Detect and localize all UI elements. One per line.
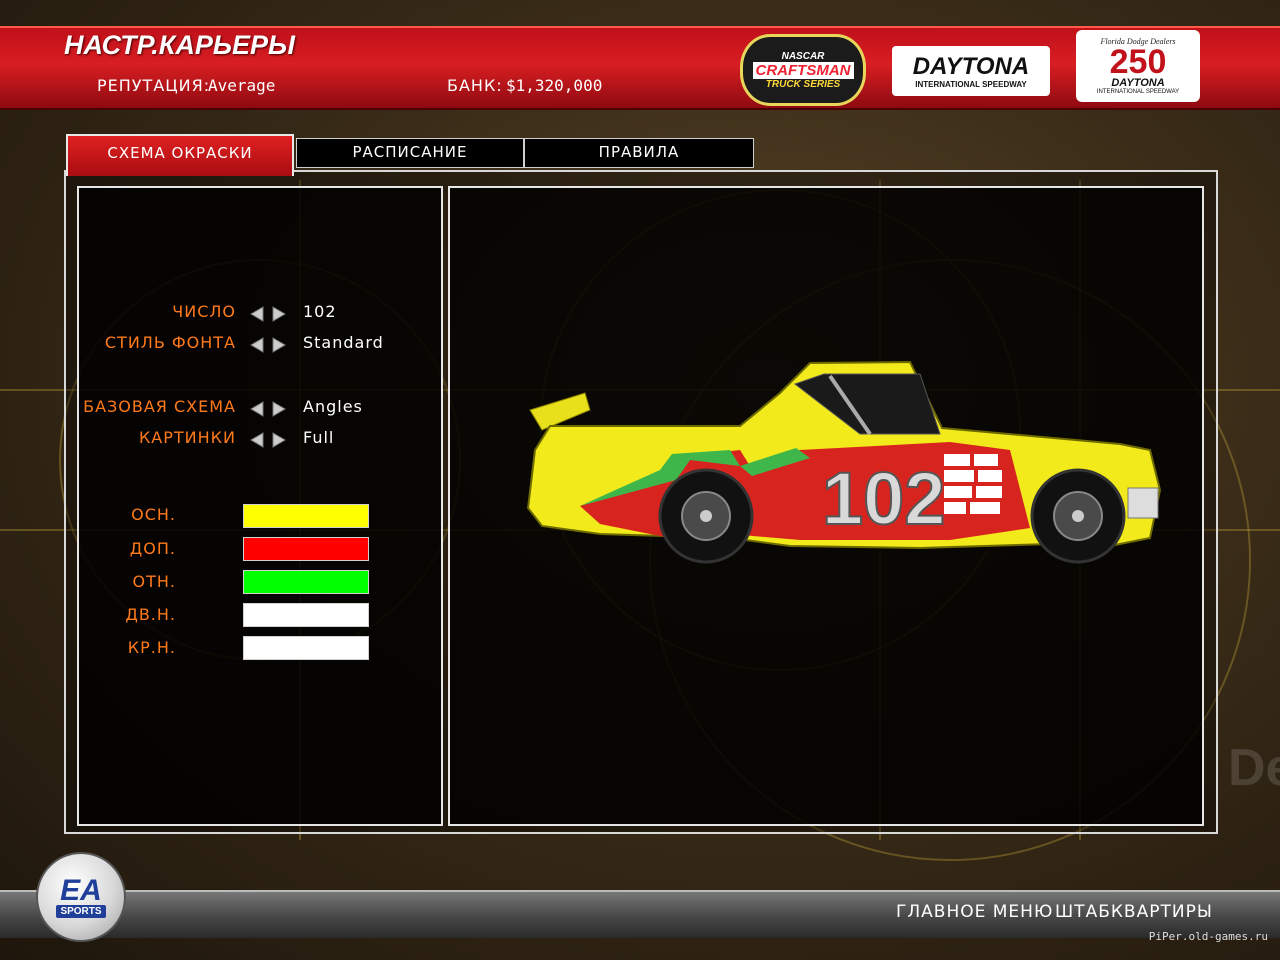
color-label-roof-number: КР.Н.: [127, 638, 176, 657]
headquarters-button[interactable]: ШТАБКВАРТИРЫ: [1055, 902, 1213, 922]
reputation-value: Average: [208, 76, 276, 95]
arrow-left-icon[interactable]: [248, 400, 266, 418]
arrow-right-icon[interactable]: [270, 336, 288, 354]
page-title: НАСТР.КАРЬЕРЫ: [64, 30, 295, 60]
color-swatch-door-number[interactable]: [243, 603, 369, 627]
color-swatch-primary[interactable]: [243, 504, 369, 528]
bank-value: $1,320,000: [506, 76, 603, 95]
arrow-left-icon[interactable]: [248, 336, 266, 354]
font-style-arrows: [248, 336, 288, 354]
ea-sports-logo: EA SPORTS: [36, 852, 126, 942]
tab-schedule[interactable]: РАСПИСАНИЕ: [296, 138, 524, 168]
option-value-font-style: Standard: [303, 333, 384, 352]
option-label-number: ЧИСЛО: [172, 302, 236, 321]
option-label-base-scheme: БАЗОВАЯ СХЕМА: [83, 397, 236, 416]
color-swatch-secondary[interactable]: [243, 537, 369, 561]
color-label-primary: ОСН.: [131, 505, 176, 524]
arrow-right-icon[interactable]: [270, 400, 288, 418]
color-swatch-trim[interactable]: [243, 570, 369, 594]
rear-wheel: [658, 468, 754, 564]
arrow-left-icon[interactable]: [248, 431, 266, 449]
front-grille: [1127, 487, 1159, 519]
front-wheel: [1030, 468, 1126, 564]
paint-options-panel: ЧИСЛО 102 СТИЛЬ ФОНТА Standard БАЗОВАЯ С…: [77, 186, 443, 826]
color-label-door-number: ДВ.Н.: [125, 605, 176, 624]
arrow-right-icon[interactable]: [270, 305, 288, 323]
number-arrows: [248, 305, 288, 323]
color-swatch-roof-number[interactable]: [243, 636, 369, 660]
main-menu-button[interactable]: ГЛАВНОЕ МЕНЮ: [896, 902, 1053, 922]
truck-preview[interactable]: 102: [450, 188, 1202, 824]
base-scheme-arrows: [248, 400, 288, 418]
arrow-left-icon[interactable]: [248, 305, 266, 323]
bank-label: БАНК:: [447, 76, 503, 95]
background-de-text: De: [1228, 739, 1280, 797]
rear-spoiler: [529, 392, 591, 431]
arrow-right-icon[interactable]: [270, 431, 288, 449]
reputation-label: РЕПУТАЦИЯ:: [97, 76, 211, 95]
option-value-decals: Full: [303, 428, 335, 447]
decals-arrows: [248, 431, 288, 449]
site-watermark: PiPer.old-games.ru: [1148, 930, 1268, 943]
color-label-secondary: ДОП.: [129, 539, 176, 558]
florida-dodge-250-logo: Florida Dodge Dealers 250 DAYTONA INTERN…: [1076, 30, 1200, 102]
daytona-speedway-logo: DAYTONA INTERNATIONAL SPEEDWAY: [892, 46, 1050, 96]
option-value-number: 102: [303, 302, 337, 321]
nascar-truck-series-logo: NASCAR CRAFTSMAN TRUCK SERIES: [740, 34, 866, 106]
tab-rules[interactable]: ПРАВИЛА: [524, 138, 754, 168]
color-label-trim: ОТН.: [132, 572, 176, 591]
tab-paint-scheme[interactable]: СХЕМА ОКРАСКИ: [66, 134, 294, 176]
truck-preview-panel: 102: [448, 186, 1204, 826]
option-value-base-scheme: Angles: [303, 397, 363, 416]
option-label-decals: КАРТИНКИ: [138, 428, 236, 447]
truck-number: 102: [822, 457, 945, 540]
option-label-font-style: СТИЛЬ ФОНТА: [104, 333, 236, 352]
